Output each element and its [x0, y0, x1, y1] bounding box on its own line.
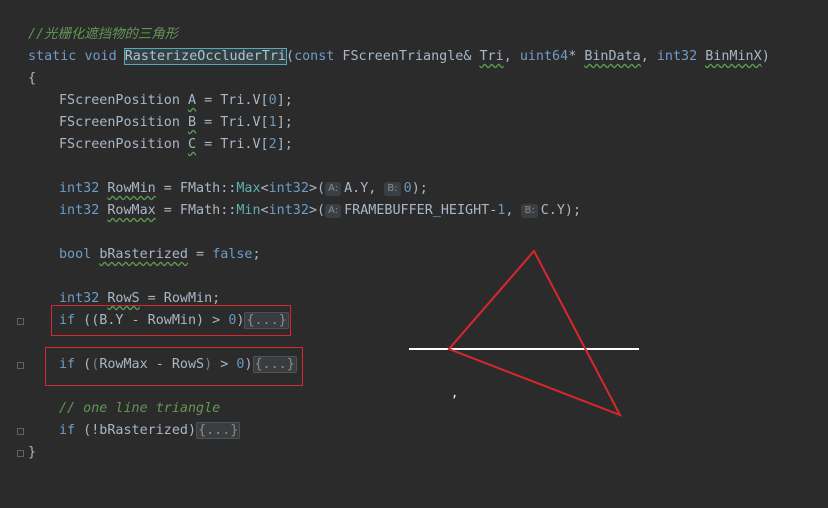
red-triangle	[447, 249, 623, 417]
triangle-diagram	[409, 249, 639, 417]
stray-mark: ,	[451, 386, 459, 400]
